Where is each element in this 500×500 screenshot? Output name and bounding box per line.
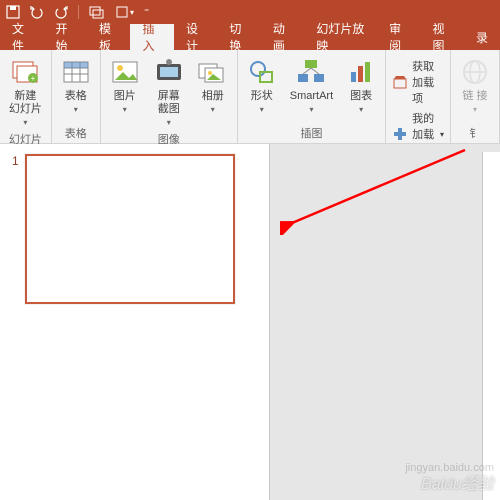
picture-button[interactable]: 图片 ▾: [107, 54, 143, 116]
album-button[interactable]: 相册 ▾: [195, 54, 231, 116]
svg-text:+: +: [31, 74, 36, 83]
dropdown-icon: ▾: [440, 130, 444, 139]
new-slide-icon: +: [9, 56, 41, 88]
shapes-button[interactable]: 形状 ▾: [244, 54, 280, 116]
ribbon-item-label: 屏幕截图: [153, 90, 185, 116]
tab-4[interactable]: 设计: [174, 24, 217, 50]
addin-label: 获取加载项: [412, 58, 444, 106]
slide-edge: [482, 152, 500, 500]
ribbon-item-label: 表格: [65, 90, 87, 103]
tab-1[interactable]: 开始: [43, 24, 86, 50]
tab-9[interactable]: 视图: [421, 24, 464, 50]
workspace: 1: [0, 144, 500, 500]
tab-10[interactable]: 录: [464, 24, 500, 50]
album-icon: [197, 56, 229, 88]
table-button[interactable]: 表格 ▾: [58, 54, 94, 116]
chart-icon: [345, 56, 377, 88]
ribbon-item-label: 图表: [350, 90, 372, 103]
myaddins-icon: [392, 126, 408, 142]
smartart-button[interactable]: SmartArt ▾: [288, 54, 335, 116]
screenshot-button[interactable]: 屏幕截图 ▾: [151, 54, 187, 129]
tab-5[interactable]: 切换: [217, 24, 260, 50]
ribbon-group-3: 形状 ▾ SmartArt ▾ 图表 ▾ 插图: [238, 50, 386, 143]
ribbon-item-label: 图片: [114, 90, 136, 103]
screenshot-icon: [153, 56, 185, 88]
ribbon-item-label: 新建 幻灯片: [8, 90, 43, 116]
title-bar: ▾ ⁼: [0, 0, 500, 24]
tab-3[interactable]: 插入: [130, 24, 173, 50]
new-slide-button[interactable]: + 新建 幻灯片 ▾: [6, 54, 45, 129]
dropdown-icon: ▾: [473, 105, 477, 114]
qat-item-icon[interactable]: ▾: [115, 5, 134, 19]
group-label: 表格: [65, 123, 87, 141]
ribbon-group-2: 图片▾屏幕截图▾相册▾图像: [101, 50, 238, 143]
tab-2[interactable]: 模板: [87, 24, 130, 50]
ribbon: +新建 幻灯片▾幻灯片表格▾表格图片▾屏幕截图▾相册▾图像形状▾SmartArt…: [0, 50, 500, 144]
dropdown-icon: ▾: [74, 105, 78, 114]
group-label: 钅: [470, 123, 481, 141]
tab-8[interactable]: 审阅: [377, 24, 420, 50]
watermark-brand: Baidu经验: [421, 470, 494, 494]
ribbon-item-label: 链 接: [462, 90, 487, 103]
store-icon: [392, 74, 408, 90]
store-button[interactable]: 获取加载项: [392, 58, 444, 106]
link-icon: [459, 56, 491, 88]
start-from-beginning-icon[interactable]: [89, 5, 105, 19]
ribbon-item-label: 形状: [251, 90, 273, 103]
redo-icon[interactable]: [54, 5, 68, 19]
dropdown-icon: ▾: [23, 118, 27, 127]
slide-edit-area[interactable]: [270, 144, 500, 500]
ribbon-group-0: +新建 幻灯片▾幻灯片: [0, 50, 52, 143]
qat-separator: [78, 5, 79, 19]
dropdown-icon: ▾: [309, 105, 313, 114]
group-label: 插图: [300, 123, 322, 141]
ribbon-tabs: 文件开始模板插入设计切换动画幻灯片放映审阅视图录: [0, 24, 500, 50]
slide-number: 1: [12, 154, 19, 490]
ribbon-group-5: 链 接 ▾ 钅: [451, 50, 500, 143]
undo-icon[interactable]: [30, 5, 44, 19]
tab-0[interactable]: 文件: [0, 24, 43, 50]
dropdown-icon: ▾: [123, 105, 127, 114]
shapes-icon: [246, 56, 278, 88]
dropdown-icon: ▾: [167, 118, 171, 127]
tab-7[interactable]: 幻灯片放映: [304, 24, 377, 50]
ribbon-item-label: 相册: [202, 90, 224, 103]
tab-6[interactable]: 动画: [261, 24, 304, 50]
ribbon-group-1: 表格 ▾ 表格: [52, 50, 101, 143]
save-icon[interactable]: [6, 5, 20, 19]
link-button[interactable]: 链 接 ▾: [457, 54, 493, 116]
dropdown-icon: ▾: [211, 105, 215, 114]
slide-thumbnail[interactable]: [25, 154, 235, 304]
ribbon-group-4: 获取加载项我的加载项▾加载项: [386, 50, 451, 143]
dropdown-icon: ▾: [260, 105, 264, 114]
qat-customize-icon[interactable]: ⁼: [144, 7, 149, 18]
chart-button[interactable]: 图表 ▾: [343, 54, 379, 116]
ribbon-item-label: SmartArt: [290, 90, 333, 103]
dropdown-icon: ▾: [359, 105, 363, 114]
slide-thumbnail-panel[interactable]: 1: [0, 144, 270, 500]
table-icon: [60, 56, 92, 88]
smartart-icon: [295, 56, 327, 88]
picture-icon: [109, 56, 141, 88]
